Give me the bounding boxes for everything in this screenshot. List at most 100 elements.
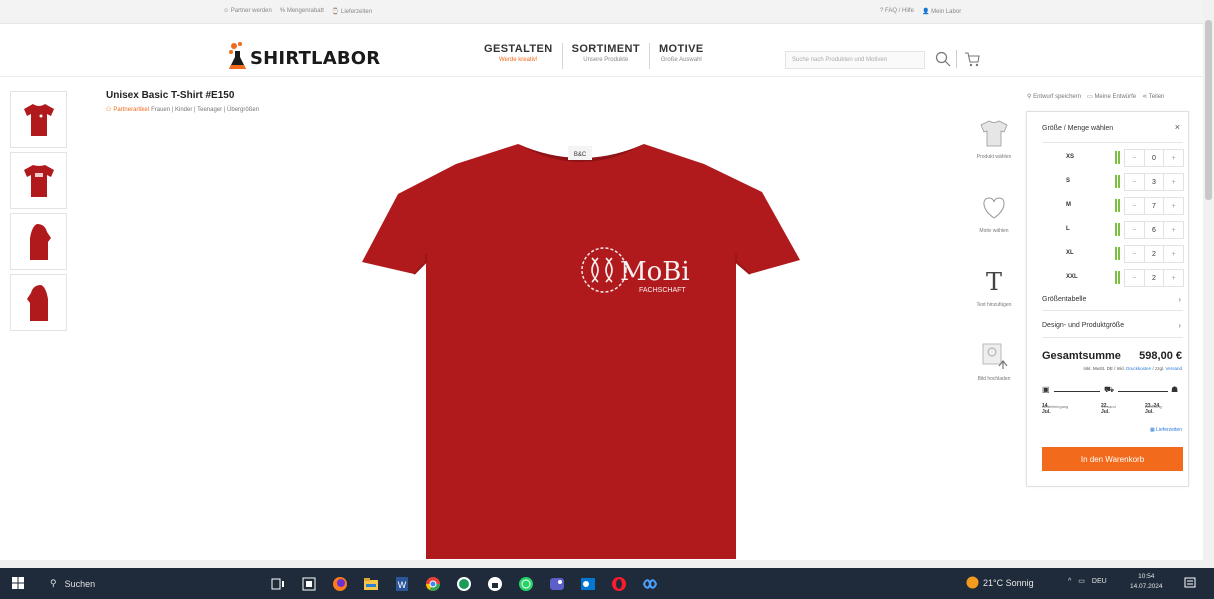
timeline-line — [1118, 391, 1168, 392]
quantity-input[interactable]: 3 — [1145, 174, 1165, 190]
outlook-icon[interactable] — [578, 574, 597, 593]
account-link[interactable]: 👤 Mein Labor — [922, 8, 961, 15]
app-infinity-icon[interactable] — [640, 574, 659, 593]
close-icon[interactable]: × — [1175, 122, 1180, 132]
discount-link[interactable]: % Mengenrabatt — [280, 8, 324, 15]
quantity-stepper: − 0 + — [1124, 149, 1184, 167]
nav-gestalten[interactable]: GESTALTEN Werde kreativ! — [475, 43, 563, 69]
quantity-input[interactable]: 2 — [1145, 246, 1165, 262]
increase-button[interactable]: + — [1164, 150, 1183, 166]
increase-button[interactable]: + — [1164, 270, 1183, 286]
faq-link[interactable]: ? FAQ / Hilfe — [880, 8, 914, 15]
quantity-input[interactable]: 7 — [1145, 198, 1165, 214]
vertical-scrollbar[interactable] — [1203, 0, 1214, 568]
divider — [1042, 337, 1183, 338]
tax-prefix: Inkl. MwSt. DE / Inkl. — [1083, 366, 1125, 371]
increase-button[interactable]: + — [1164, 222, 1183, 238]
search-input[interactable]: Suche nach Produkten und Motiven — [785, 51, 925, 69]
thumbnail-back[interactable] — [10, 152, 67, 209]
increase-button[interactable]: + — [1164, 174, 1183, 190]
save-draft-button[interactable]: ⚲ Entwurf speichern — [1027, 93, 1081, 100]
tool-label: Motiv wählen — [979, 228, 1009, 234]
image-upload-icon — [982, 343, 1008, 369]
quantity-input[interactable]: 0 — [1145, 150, 1165, 166]
tool-label: Produkt wählen — [976, 154, 1012, 160]
clock[interactable]: 10:54 14.07.2024 — [1130, 572, 1163, 592]
product-categories: Frauen | Kinder | Teenager | Übergrößen — [151, 106, 260, 113]
nav-sortiment[interactable]: SORTIMENT Unsere Produkte — [563, 43, 650, 69]
share-button[interactable]: ⋖ Teilen — [1142, 93, 1164, 100]
task-view-icon[interactable] — [268, 574, 287, 593]
design-size-label: Design- und Produktgröße — [1042, 322, 1125, 329]
delivery-icon: ☗ — [1171, 385, 1179, 394]
partner-link[interactable]: ☺ Partner werden — [223, 8, 272, 15]
add-to-cart-button[interactable]: In den Warenkorb — [1042, 447, 1183, 471]
decrease-button[interactable]: − — [1125, 270, 1145, 286]
taskbar-search-label: Suchen — [64, 578, 96, 589]
quantity-input[interactable]: 6 — [1145, 222, 1165, 238]
browser-page: ☺ Partner werden % Mengenrabatt ⌚ Liefer… — [0, 0, 1214, 599]
search-icon[interactable] — [935, 51, 951, 67]
whatsapp-icon[interactable] — [516, 574, 535, 593]
size-row: M − 7 + — [1042, 195, 1184, 217]
file-explorer-icon[interactable] — [361, 574, 380, 593]
scroll-thumb[interactable] — [1205, 20, 1212, 200]
tool-product[interactable]: Produkt wählen — [970, 118, 1018, 192]
widgets-icon[interactable] — [299, 574, 318, 593]
logo[interactable]: SHIRTLABOR — [226, 31, 380, 71]
horizontal-scrollbar[interactable] — [0, 560, 1203, 568]
teams-icon[interactable] — [547, 574, 566, 593]
language-indicator[interactable]: DEU — [1092, 578, 1107, 585]
delivery-times-link[interactable]: ▦ Lieferzeiten — [1150, 427, 1182, 433]
notification-icon[interactable] — [1184, 577, 1196, 589]
shirt-preview[interactable]: B&C MoBi FACHSCHAFT — [358, 134, 804, 559]
word-icon[interactable]: W — [392, 574, 411, 593]
tool-motif[interactable]: Motiv wählen — [970, 192, 1018, 266]
logo-flask-icon — [229, 42, 246, 69]
cart-icon[interactable] — [964, 51, 980, 67]
partner-label[interactable]: Partnerartikel — [113, 107, 149, 113]
nav-title: GESTALTEN — [484, 43, 553, 55]
weather-widget[interactable]: 21°C Sonnig — [966, 576, 1034, 589]
decrease-button[interactable]: − — [1125, 198, 1145, 214]
decrease-button[interactable]: − — [1125, 150, 1145, 166]
chevron-up-icon[interactable]: ^ — [1068, 578, 1071, 585]
nav-motive[interactable]: MOTIVE Große Auswahl — [650, 43, 713, 69]
product-subline: ⚇ Partnerartikel Frauen | Kinder | Teena… — [106, 106, 260, 114]
increase-button[interactable]: + — [1164, 246, 1183, 262]
size-label: XL — [1066, 250, 1074, 256]
chrome-icon[interactable] — [423, 574, 442, 593]
taskbar-search[interactable]: ⚲ Suchen — [36, 574, 256, 593]
date-caption: Bestelleingang — [1042, 404, 1069, 409]
network-icon[interactable]: ▭ — [1078, 577, 1085, 585]
tool-text[interactable]: T Text hinzufügen — [970, 266, 1018, 340]
opera-icon[interactable] — [609, 574, 628, 593]
shipping-link[interactable]: Versand — [1165, 366, 1182, 371]
decrease-button[interactable]: − — [1125, 222, 1145, 238]
thumbnail-front[interactable] — [10, 91, 67, 148]
share-label: Teilen — [1148, 94, 1165, 100]
size-table-link[interactable]: Größentabelle › — [1042, 295, 1183, 304]
app-green-icon[interactable] — [454, 574, 473, 593]
nav-subtitle: Unsere Produkte — [583, 57, 629, 63]
thumbnail-left-side[interactable] — [10, 213, 67, 270]
decrease-button[interactable]: − — [1125, 246, 1145, 262]
print-costs-link[interactable]: Druckkosten — [1126, 366, 1151, 371]
decrease-button[interactable]: − — [1125, 174, 1145, 190]
size-label: M — [1066, 202, 1071, 208]
size-label: L — [1066, 226, 1070, 232]
my-drafts-button[interactable]: ▭ Meine Entwürfe — [1087, 93, 1136, 100]
increase-button[interactable]: + — [1164, 198, 1183, 214]
firefox-icon[interactable] — [330, 574, 349, 593]
delivery-link[interactable]: ⌚ Lieferzeiten — [332, 8, 372, 15]
weather-label: 21°C Sonnig — [983, 577, 1034, 588]
quantity-input[interactable]: 2 — [1145, 270, 1165, 286]
windows-start-icon[interactable] — [12, 577, 24, 589]
tool-label: Bild hochladen — [977, 376, 1011, 382]
tool-upload[interactable]: Bild hochladen — [970, 340, 1018, 414]
search-icon: ⚲ — [50, 578, 57, 588]
lock-app-icon[interactable] — [485, 574, 504, 593]
thumbnail-right-side[interactable] — [10, 274, 67, 331]
main-nav: GESTALTEN Werde kreativ! SORTIMENT Unser… — [475, 43, 713, 69]
design-size-link[interactable]: Design- und Produktgröße › — [1042, 321, 1183, 330]
